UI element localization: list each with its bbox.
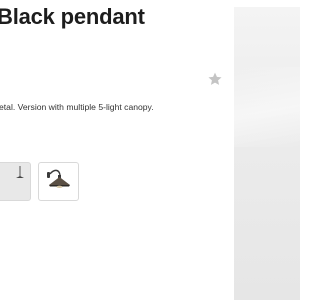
product-image [234,7,300,300]
wall-lamp-icon [43,163,75,200]
variant-thumbnail-wall[interactable] [38,162,79,201]
product-info: Black pendant etal. Version with multipl… [0,0,232,300]
product-title: Black pendant [0,4,145,29]
variant-thumbnails [0,162,79,201]
product-page: Black pendant etal. Version with multipl… [0,0,300,300]
pendant-lamp-icon [0,164,26,199]
star-icon[interactable] [207,71,223,87]
variant-thumbnail-pendant[interactable] [0,162,31,201]
product-description: etal. Version with multiple 5-light cano… [0,102,154,112]
